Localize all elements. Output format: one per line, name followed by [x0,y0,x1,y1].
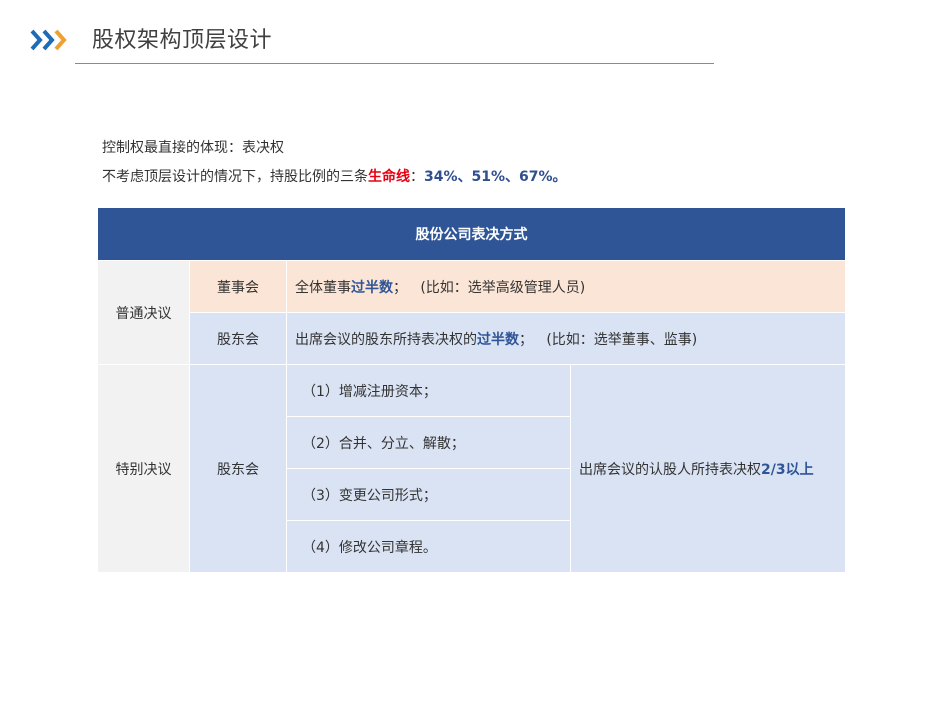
table-header-row: 股份公司表决方式 [97,207,846,261]
shareholders-rule-emphasis: 过半数 [477,331,519,348]
board-rule-emphasis: 过半数 [351,279,393,296]
lifeline-emphasis: 生命线 [368,169,410,185]
intro-line-2: 不考虑顶层设计的情况下，持股比例的三条生命线：34%、51%、67%。 [102,163,567,192]
special-item: （4）修改公司章程。 [286,520,571,573]
table-header: 股份公司表决方式 [97,207,846,261]
shareholders-rule-cell: 出席会议的股东所持表决权的过半数； (比如：选举董事、监事) [286,312,846,365]
table-row: 普通决议 董事会 全体董事过半数； (比如：选举高级管理人员) [97,260,846,365]
special-rule-cell: 出席会议的认股人所持表决权2/3以上 [570,364,846,573]
lifeline-values: 34%、51%、67%。 [424,169,567,185]
intro-line-1: 控制权最直接的体现：表决权 [102,140,284,156]
intro-line-2-prefix: 不考虑顶层设计的情况下，持股比例的三条 [102,169,368,185]
shareholders-rule-prefix: 出席会议的股东所持表决权的 [295,331,477,348]
ordinary-resolution-cell: 普通决议 [97,260,190,365]
voting-table: 股份公司表决方式 普通决议 董事会 全体董事过半数； (比如：选举高级管理人员)… [97,207,846,573]
board-rule-prefix: 全体董事 [295,279,351,296]
special-body-cell: 股东会 [189,364,287,573]
shareholders-body-cell: 股东会 [189,312,287,365]
intro-text: 控制权最直接的体现：表决权 不考虑顶层设计的情况下，持股比例的三条生命线：34%… [102,134,567,192]
board-rule-cell: 全体董事过半数； (比如：选举高级管理人员) [286,260,846,313]
special-item: （3）变更公司形式； [286,468,571,521]
special-rule-emphasis: 2/3以上 [761,461,814,478]
table-row: 股东会 出席会议的股东所持表决权的过半数； (比如：选举董事、监事) [98,312,846,365]
title-divider [75,63,714,64]
special-item: （2）合并、分立、解散； [286,416,571,469]
table-row: 特别决议 股东会 （1）增减注册资本； 出席会议的认股人所持表决权2/3以上 [97,364,846,573]
shareholders-rule-suffix: ； (比如：选举董事、监事) [519,331,698,348]
intro-colon: ： [410,169,424,185]
board-rule-suffix: ； (比如：选举高级管理人员) [393,279,586,296]
special-resolution-cell: 特别决议 [97,364,190,573]
special-rule-prefix: 出席会议的认股人所持表决权 [579,461,761,478]
board-body-cell: 董事会 [189,260,287,313]
special-item: （1）增减注册资本； [286,364,571,417]
page-title: 股权架构顶层设计 [92,28,273,53]
chevron-arrows-icon [30,29,67,51]
